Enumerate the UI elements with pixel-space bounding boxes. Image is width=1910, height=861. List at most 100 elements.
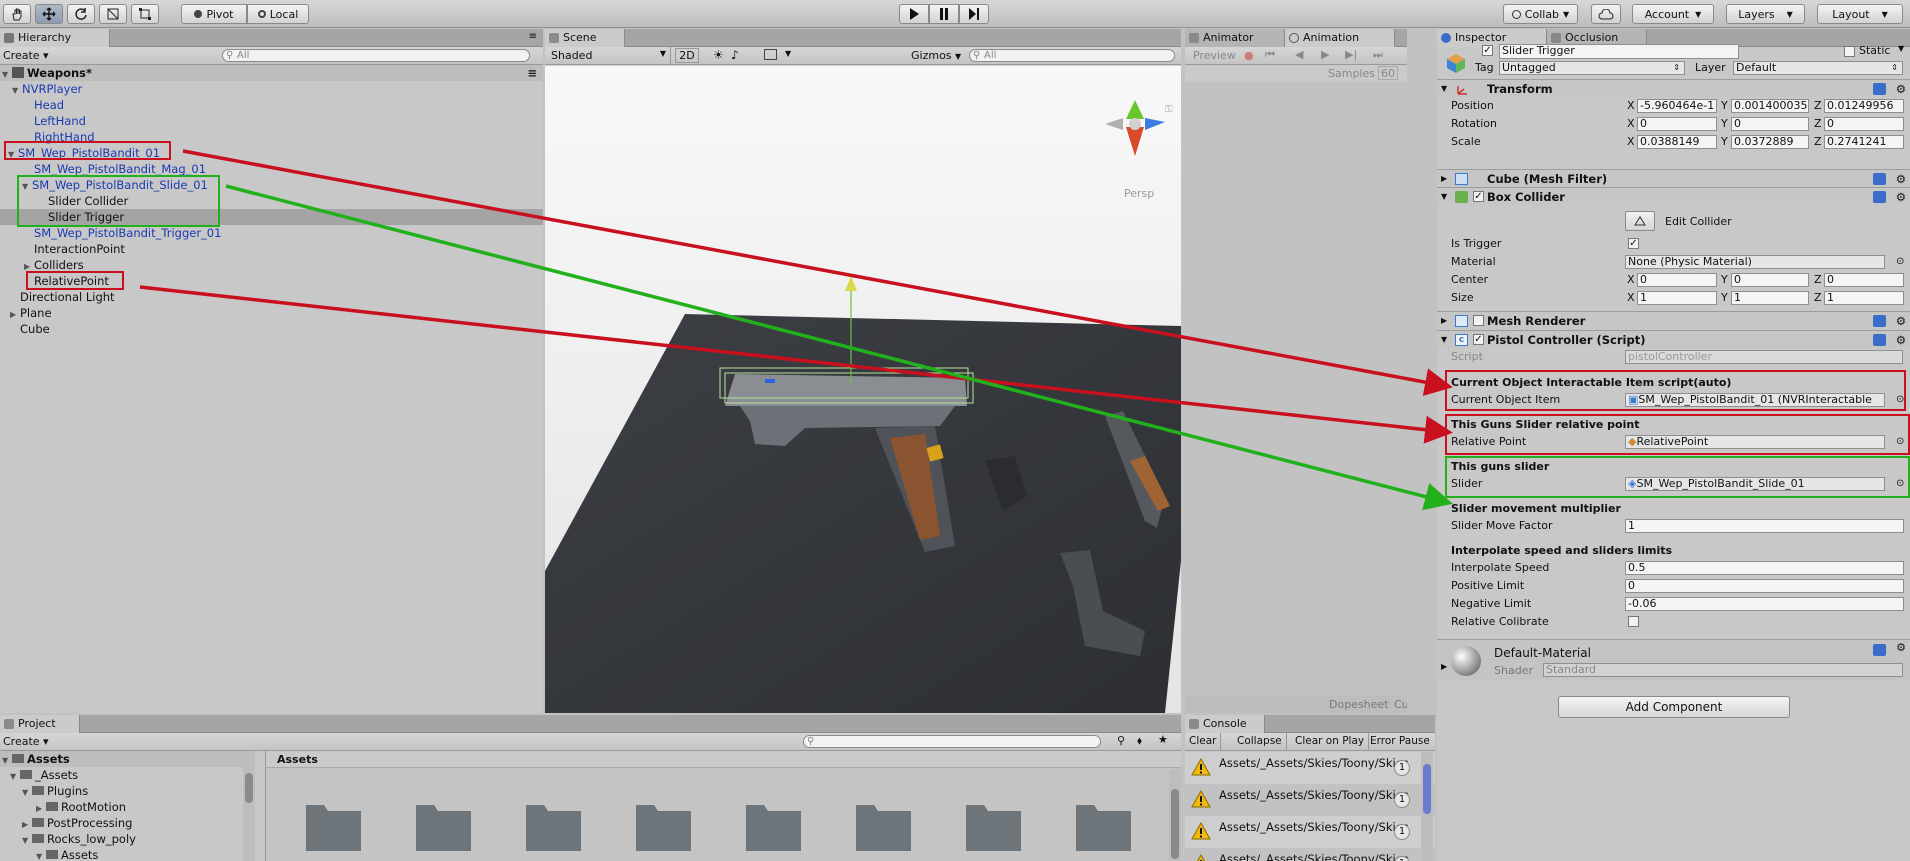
persp-label[interactable]: Persp xyxy=(1124,187,1154,200)
tree-folder-rootmotion[interactable]: ▶ RootMotion xyxy=(0,799,255,815)
console-collapse-button[interactable]: Collapse xyxy=(1233,733,1287,750)
hand-tool-button[interactable] xyxy=(3,4,31,24)
help-book-icon[interactable] xyxy=(1873,644,1886,656)
is-trigger-checkbox[interactable]: ✓ xyxy=(1628,238,1639,249)
preview-toggle[interactable]: Preview xyxy=(1193,49,1236,62)
gear-icon[interactable]: ⚙ xyxy=(1896,170,1906,188)
breadcrumb-assets[interactable]: Assets xyxy=(277,753,318,766)
local-toggle[interactable]: Local xyxy=(247,4,309,24)
positive-limit-input[interactable]: 0 xyxy=(1625,579,1904,593)
tree-folder-rocks[interactable]: ▼ Rocks_low_poly xyxy=(0,831,255,847)
assets-scrollbar[interactable] xyxy=(1169,769,1181,861)
center-x-input[interactable]: 0 xyxy=(1637,273,1717,287)
last-key-icon[interactable]: ⏭ xyxy=(1373,48,1383,62)
negative-limit-input[interactable]: -0.06 xyxy=(1625,597,1904,611)
scene-menu-icon[interactable]: ≡ xyxy=(527,65,537,81)
folder-icons[interactable] xyxy=(306,805,1131,851)
tree-item-cube[interactable]: Cube xyxy=(0,321,543,337)
console-error-pause-button[interactable]: Error Pause xyxy=(1366,733,1434,750)
account-dropdown[interactable]: Account ▼ xyxy=(1632,4,1714,24)
samples-input[interactable]: 60 xyxy=(1378,66,1398,80)
tree-item-interactionpoint[interactable]: InteractionPoint xyxy=(0,241,543,257)
tree-scroll-thumb[interactable] xyxy=(245,773,253,803)
lock-icon[interactable]: ⚿ xyxy=(1165,104,1173,115)
shader-dropdown[interactable]: Standard xyxy=(1543,663,1903,677)
tree-item-pistolbandit-trigger[interactable]: SM_Wep_PistolBandit_Trigger_01 xyxy=(0,225,543,241)
console-row[interactable]: Assets/_Assets/Skies/Toony/Skies 1 xyxy=(1185,752,1435,784)
curves-tab[interactable]: Cu xyxy=(1394,698,1407,711)
filter-label-icon[interactable]: ⬧ xyxy=(1137,734,1142,748)
active-checkbox[interactable]: ✓ xyxy=(1482,45,1493,56)
layers-dropdown[interactable]: Layers ▼ xyxy=(1726,4,1805,24)
pivot-toggle[interactable]: Pivot xyxy=(181,4,247,24)
collab-button[interactable]: Collab ▼ xyxy=(1503,4,1578,24)
scene-viewport[interactable]: Persp ⚿ xyxy=(545,66,1181,713)
box-collider-enabled-checkbox[interactable]: ✓ xyxy=(1473,191,1484,202)
position-y-input[interactable]: 0.001400035 xyxy=(1731,99,1809,113)
help-book-icon[interactable] xyxy=(1873,173,1886,185)
console-row[interactable]: Assets/_Assets/Skies/Toony/Skies 1 xyxy=(1185,784,1435,816)
material-section[interactable]: ▶ Default-Material Shader Standard ⚙ xyxy=(1437,639,1910,681)
rotation-z-input[interactable]: 0 xyxy=(1824,117,1904,131)
object-picker-icon[interactable]: ⊙ xyxy=(1896,253,1904,271)
tree-item-nvrplayer[interactable]: ▼ NVRPlayer xyxy=(0,81,543,97)
position-x-input[interactable]: -5.960464e-1 xyxy=(1637,99,1717,113)
lighting-icon[interactable]: ☀ xyxy=(713,48,724,62)
audio-icon[interactable]: ♪ xyxy=(731,48,739,62)
rotation-y-input[interactable]: 0 xyxy=(1731,117,1809,131)
scale-x-input[interactable]: 0.0388149 xyxy=(1637,135,1717,149)
relative-calibrate-checkbox[interactable] xyxy=(1628,616,1639,627)
hierarchy-create-dropdown[interactable]: Create ▾ xyxy=(3,49,49,62)
scale-tool-button[interactable] xyxy=(99,4,127,24)
rotate-tool-button[interactable] xyxy=(67,4,95,24)
tab-animation[interactable]: Animation xyxy=(1285,29,1395,47)
position-z-input[interactable]: 0.01249956 xyxy=(1824,99,1904,113)
help-book-icon[interactable] xyxy=(1873,334,1886,346)
tab-hierarchy[interactable]: Hierarchy xyxy=(0,29,110,47)
interpolate-speed-input[interactable]: 0.5 xyxy=(1625,561,1904,575)
pistol-controller-header[interactable]: ▼ c ✓ Pistol Controller (Script) ⚙ xyxy=(1437,330,1910,348)
favorite-star-icon[interactable]: ★ xyxy=(1158,733,1168,746)
console-clear-on-play-button[interactable]: Clear on Play xyxy=(1291,733,1370,750)
dopesheet-tab[interactable]: Dopesheet xyxy=(1329,698,1389,711)
edit-collider-button[interactable] xyxy=(1625,211,1655,231)
effects-icon[interactable] xyxy=(764,49,777,60)
help-book-icon[interactable] xyxy=(1873,315,1886,327)
layer-dropdown[interactable]: Default ⇕ xyxy=(1733,61,1903,75)
folder-grid[interactable] xyxy=(266,791,1166,861)
shading-dropdown[interactable]: Shaded ▼ xyxy=(545,47,671,64)
tree-folder-underscore-assets[interactable]: ▼ _Assets xyxy=(0,767,255,783)
mesh-renderer-enabled-checkbox[interactable] xyxy=(1473,315,1484,326)
size-z-input[interactable]: 1 xyxy=(1824,291,1904,305)
gear-icon[interactable]: ⚙ xyxy=(1896,80,1906,98)
tree-item-lefthand[interactable]: LeftHand xyxy=(0,113,543,129)
static-checkbox[interactable] xyxy=(1844,46,1855,57)
scene-search-input[interactable]: ⚲ All xyxy=(969,49,1175,62)
play-button[interactable] xyxy=(899,4,929,24)
gear-icon[interactable]: ⚙ xyxy=(1896,641,1906,654)
tab-scene[interactable]: Scene xyxy=(545,29,625,47)
center-z-input[interactable]: 0 xyxy=(1824,273,1904,287)
box-collider-header[interactable]: ▼ ✓ Box Collider ⚙ xyxy=(1437,187,1910,205)
console-scroll-thumb[interactable] xyxy=(1423,764,1431,814)
pause-button[interactable] xyxy=(929,4,959,24)
gear-icon[interactable]: ⚙ xyxy=(1896,312,1906,330)
tree-item-head[interactable]: Head xyxy=(0,97,543,113)
project-create-dropdown[interactable]: Create ▾ xyxy=(3,735,49,748)
tab-animator[interactable]: Animator xyxy=(1185,29,1285,47)
move-factor-input[interactable]: 1 xyxy=(1625,519,1904,533)
record-icon[interactable]: ● xyxy=(1244,49,1254,62)
help-book-icon[interactable] xyxy=(1873,191,1886,203)
chevron-down-icon[interactable]: ▼ xyxy=(1898,44,1904,53)
scale-y-input[interactable]: 0.0372889 xyxy=(1731,135,1809,149)
project-search-input[interactable]: ⚲ xyxy=(803,735,1101,748)
rotation-x-input[interactable]: 0 xyxy=(1637,117,1717,131)
chevron-down-icon[interactable]: ▼ xyxy=(785,49,791,58)
prev-key-icon[interactable]: ◀ xyxy=(1295,48,1303,61)
assets-scroll-thumb[interactable] xyxy=(1171,789,1179,859)
pistol-controller-enabled-checkbox[interactable]: ✓ xyxy=(1473,334,1484,345)
tree-scrollbar[interactable] xyxy=(243,751,255,861)
help-book-icon[interactable] xyxy=(1873,83,1886,95)
layout-dropdown[interactable]: Layout ▼ xyxy=(1817,4,1903,24)
filter-type-icon[interactable]: ⚲ xyxy=(1117,734,1125,747)
